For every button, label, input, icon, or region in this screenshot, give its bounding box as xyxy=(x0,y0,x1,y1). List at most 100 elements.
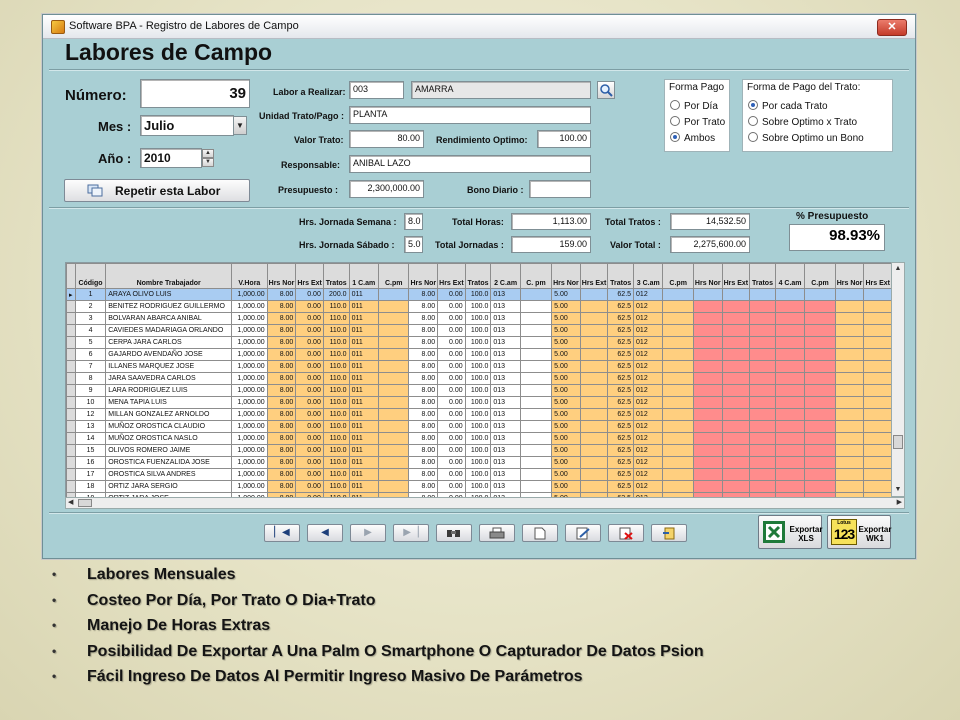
search-record-button[interactable] xyxy=(436,524,472,542)
print-button[interactable] xyxy=(479,524,515,542)
scroll-up-icon[interactable]: ▲ xyxy=(892,263,904,275)
table-cell[interactable] xyxy=(749,396,776,409)
table-cell[interactable]: 100.0 xyxy=(464,468,492,481)
table-cell[interactable]: 5 xyxy=(74,336,107,349)
column-header[interactable]: Hrs Nor xyxy=(551,263,581,289)
table-cell[interactable]: 1,000.00 xyxy=(231,312,268,325)
table-cell[interactable] xyxy=(834,288,865,301)
table-cell[interactable] xyxy=(804,408,836,421)
labor-code-field[interactable]: 003 xyxy=(349,81,404,99)
table-cell[interactable]: 0.00 xyxy=(295,432,324,445)
table-cell[interactable] xyxy=(774,468,806,481)
table-cell[interactable] xyxy=(377,444,410,457)
table-cell[interactable]: 10 xyxy=(74,396,107,409)
column-header[interactable]: C.pm xyxy=(377,263,410,289)
table-cell[interactable] xyxy=(662,312,694,325)
table-cell[interactable]: 62.5 xyxy=(607,288,635,301)
table-cell[interactable] xyxy=(834,468,865,481)
table-cell[interactable] xyxy=(662,324,694,337)
table-cell[interactable] xyxy=(721,468,751,481)
table-cell[interactable]: 0.00 xyxy=(437,468,466,481)
table-cell[interactable] xyxy=(579,468,609,481)
table-cell[interactable]: 8.00 xyxy=(266,372,297,385)
table-cell[interactable]: MUÑOZ OROSTICA CLAUDIO xyxy=(105,420,233,433)
table-cell[interactable] xyxy=(774,384,806,397)
table-cell[interactable]: 5.00 xyxy=(551,384,581,397)
table-cell[interactable]: OLIVOS ROMERO JAIME xyxy=(105,444,233,457)
table-cell[interactable]: MILLAN GONZALEZ ARNOLDO xyxy=(105,408,233,421)
table-cell[interactable] xyxy=(662,444,694,457)
table-cell[interactable]: 8.00 xyxy=(266,288,297,301)
table-cell[interactable] xyxy=(804,468,836,481)
table-cell[interactable]: 5.00 xyxy=(551,288,581,301)
table-cell[interactable]: 012 xyxy=(633,432,664,445)
table-cell[interactable]: 8.00 xyxy=(266,432,297,445)
table-cell[interactable]: 013 xyxy=(490,300,521,313)
table-cell[interactable]: 1,000.00 xyxy=(231,324,268,337)
table-cell[interactable]: 0.00 xyxy=(295,348,324,361)
table-cell[interactable] xyxy=(662,468,694,481)
last-record-button[interactable]: ▶▕ xyxy=(393,524,429,542)
table-cell[interactable]: GAJARDO AVENDAÑO JOSE xyxy=(105,348,233,361)
radio-icon[interactable] xyxy=(748,116,758,126)
table-cell[interactable] xyxy=(863,420,892,433)
table-cell[interactable] xyxy=(834,300,865,313)
mes-select[interactable]: Julio xyxy=(140,115,234,136)
table-cell[interactable]: 8.00 xyxy=(408,360,439,373)
table-cell[interactable] xyxy=(834,372,865,385)
table-cell[interactable]: 0.00 xyxy=(295,468,324,481)
table-cell[interactable]: 5.00 xyxy=(551,468,581,481)
table-cell[interactable]: 0.00 xyxy=(437,312,466,325)
table-cell[interactable]: 0.00 xyxy=(437,360,466,373)
table-cell[interactable]: 8.00 xyxy=(408,312,439,325)
next-record-button[interactable]: ▶ xyxy=(350,524,386,542)
responsable-field[interactable]: ANIBAL LAZO xyxy=(349,155,591,173)
table-cell[interactable]: 013 xyxy=(490,384,521,397)
exit-button[interactable] xyxy=(651,524,687,542)
table-cell[interactable]: 0.00 xyxy=(295,396,324,409)
table-cell[interactable]: 7 xyxy=(74,360,107,373)
column-header[interactable]: Nombre Trabajador xyxy=(105,263,233,289)
table-cell[interactable]: 012 xyxy=(633,348,664,361)
table-cell[interactable] xyxy=(863,360,892,373)
table-cell[interactable] xyxy=(721,360,751,373)
table-cell[interactable] xyxy=(377,360,410,373)
table-cell[interactable] xyxy=(519,372,553,385)
table-cell[interactable] xyxy=(834,480,865,493)
table-row[interactable]: 4 CAVIEDES MADARIAGA ORLANDO 1,000.00 8.00 0… xyxy=(66,324,892,337)
table-cell[interactable]: 100.0 xyxy=(464,432,492,445)
table-cell[interactable]: 8.00 xyxy=(408,372,439,385)
table-cell[interactable] xyxy=(804,300,836,313)
table-cell[interactable] xyxy=(749,288,776,301)
table-cell[interactable] xyxy=(721,372,751,385)
table-cell[interactable]: 013 xyxy=(490,420,521,433)
table-cell[interactable] xyxy=(692,420,723,433)
table-cell[interactable]: 012 xyxy=(633,312,664,325)
table-cell[interactable]: 100.0 xyxy=(464,288,492,301)
column-header[interactable]: Hrs Nor xyxy=(692,263,723,289)
table-row[interactable]: 15 OLIVOS ROMERO JAIME 1,000.00 8.00 0.00 110… xyxy=(66,444,892,457)
hrs-sabado-field[interactable]: 5.0 xyxy=(404,236,423,253)
table-cell[interactable]: 110.0 xyxy=(322,444,350,457)
table-cell[interactable] xyxy=(804,372,836,385)
table-cell[interactable] xyxy=(774,456,806,469)
table-cell[interactable]: 0.00 xyxy=(437,348,466,361)
table-cell[interactable] xyxy=(774,348,806,361)
table-cell[interactable]: 110.0 xyxy=(322,408,350,421)
table-cell[interactable]: 012 xyxy=(633,456,664,469)
close-button[interactable]: ✕ xyxy=(877,19,907,36)
table-cell[interactable]: 8.00 xyxy=(408,396,439,409)
table-cell[interactable]: 8.00 xyxy=(266,456,297,469)
table-row[interactable]: 16 OROSTICA FUENZALIDA JOSE 1,000.00 8.00 0.… xyxy=(66,456,892,469)
table-cell[interactable] xyxy=(519,396,553,409)
table-cell[interactable] xyxy=(579,444,609,457)
table-cell[interactable] xyxy=(721,408,751,421)
table-cell[interactable]: 6 xyxy=(74,348,107,361)
table-cell[interactable] xyxy=(579,384,609,397)
table-cell[interactable] xyxy=(662,360,694,373)
forma-pago-trato-option[interactable]: Sobre Optimo x Trato xyxy=(748,116,857,128)
table-cell[interactable]: MENA TAPIA LUIS xyxy=(105,396,233,409)
table-cell[interactable] xyxy=(774,480,806,493)
table-cell[interactable]: 013 xyxy=(490,360,521,373)
column-header[interactable]: V.Hora xyxy=(231,263,268,289)
